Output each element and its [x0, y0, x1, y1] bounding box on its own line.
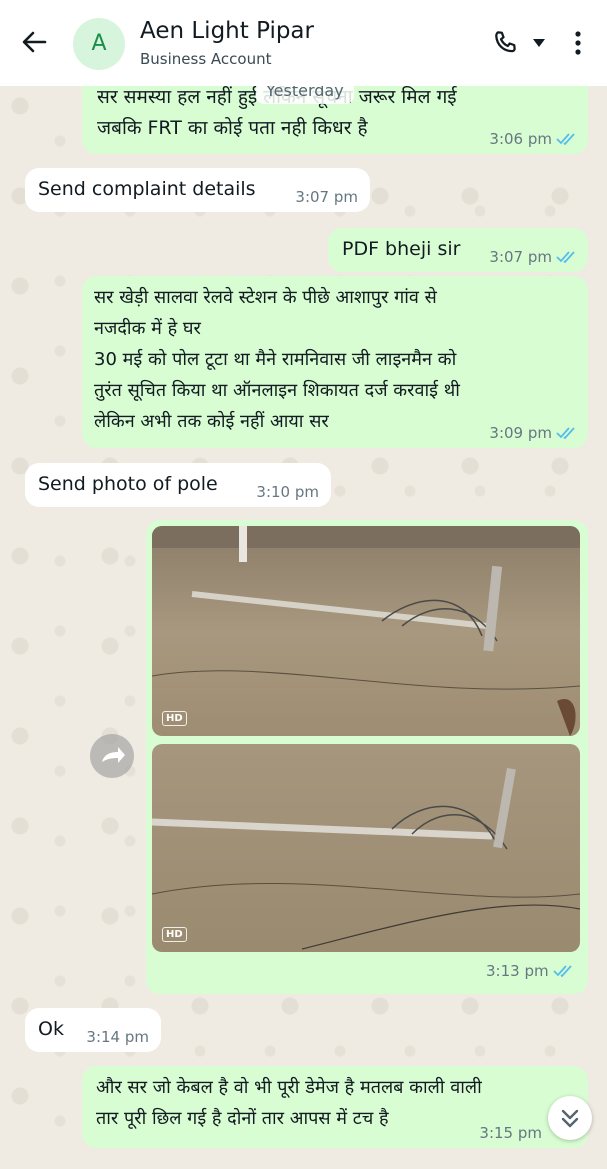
message-incoming[interactable]: Send complaint details 3:07 pm	[25, 168, 370, 212]
message-time: 3:09 pm	[489, 424, 552, 442]
message-meta: 3:06 pm	[489, 130, 578, 148]
message-meta: 3:14 pm	[86, 1028, 149, 1046]
message-meta: 3:13 pm	[486, 962, 575, 980]
more-vert-icon[interactable]	[568, 28, 588, 58]
message-time: 3:07 pm	[295, 188, 358, 206]
message-meta: 3:07 pm	[295, 188, 358, 206]
pole-photo-image	[152, 526, 580, 736]
message-text: PDF bheji sir	[342, 238, 461, 260]
message-text: सर खेड़ी सालवा रेलवे स्टेशन के पीछे आशाप…	[94, 287, 460, 432]
photo-1[interactable]: HD	[152, 526, 580, 736]
message-text: Ok	[38, 1018, 64, 1040]
message-meta: 3:07 pm	[489, 248, 578, 266]
date-chip: Yesterday	[256, 86, 354, 104]
message-meta: 3:10 pm	[256, 483, 319, 501]
back-arrow-icon[interactable]	[18, 26, 50, 58]
contact-subtitle[interactable]: Business Account	[140, 50, 271, 68]
message-outgoing[interactable]: PDF bheji sir 3:07 pm	[328, 228, 588, 272]
message-time: 3:06 pm	[489, 130, 552, 148]
message-text: Send photo of pole	[38, 473, 218, 495]
message-outgoing[interactable]: सर खेड़ी सालवा रेलवे स्टेशन के पीछे आशाप…	[82, 276, 588, 448]
scroll-to-bottom-button[interactable]	[548, 1096, 592, 1140]
read-ticks-icon	[552, 965, 572, 978]
hd-badge: HD	[162, 927, 187, 942]
contact-name[interactable]: Aen Light Pipar	[140, 18, 314, 44]
read-ticks-icon	[556, 251, 575, 264]
message-outgoing[interactable]: और सर जो केबल है वो भी पूरी डेमेज है मतल…	[82, 1066, 588, 1148]
message-time: 3:10 pm	[256, 483, 319, 501]
message-meta: 3:09 pm	[489, 424, 578, 442]
pole-photo-image	[152, 744, 580, 952]
message-incoming[interactable]: Ok 3:14 pm	[25, 1008, 161, 1052]
message-text: Send complaint details	[38, 178, 256, 200]
message-incoming[interactable]: Send photo of pole 3:10 pm	[25, 463, 331, 507]
message-time: 3:15 pm	[479, 1124, 542, 1142]
hd-badge: HD	[162, 711, 187, 726]
message-time: 3:14 pm	[86, 1028, 149, 1046]
read-ticks-icon	[556, 133, 575, 146]
message-time: 3:13 pm	[486, 962, 549, 980]
photo-2[interactable]: HD	[152, 744, 580, 952]
double-chevron-down-icon	[561, 1109, 579, 1128]
phone-icon[interactable]	[488, 28, 522, 58]
forward-icon	[102, 747, 125, 763]
read-ticks-icon	[556, 427, 575, 440]
avatar[interactable]: A	[73, 18, 125, 70]
message-time: 3:07 pm	[489, 248, 552, 266]
forward-button[interactable]	[90, 734, 134, 778]
message-meta: 3:15 pm	[479, 1124, 542, 1142]
message-text: और सर जो केबल है वो भी पूरी डेमेज है मतल…	[96, 1077, 482, 1129]
chevron-down-icon[interactable]	[530, 36, 548, 50]
chat-area[interactable]: सर समस्या हल नहीं हुई लेकिन सूचना जरूर म…	[0, 86, 607, 1169]
chat-header: A Aen Light Pipar Business Account	[0, 0, 607, 86]
